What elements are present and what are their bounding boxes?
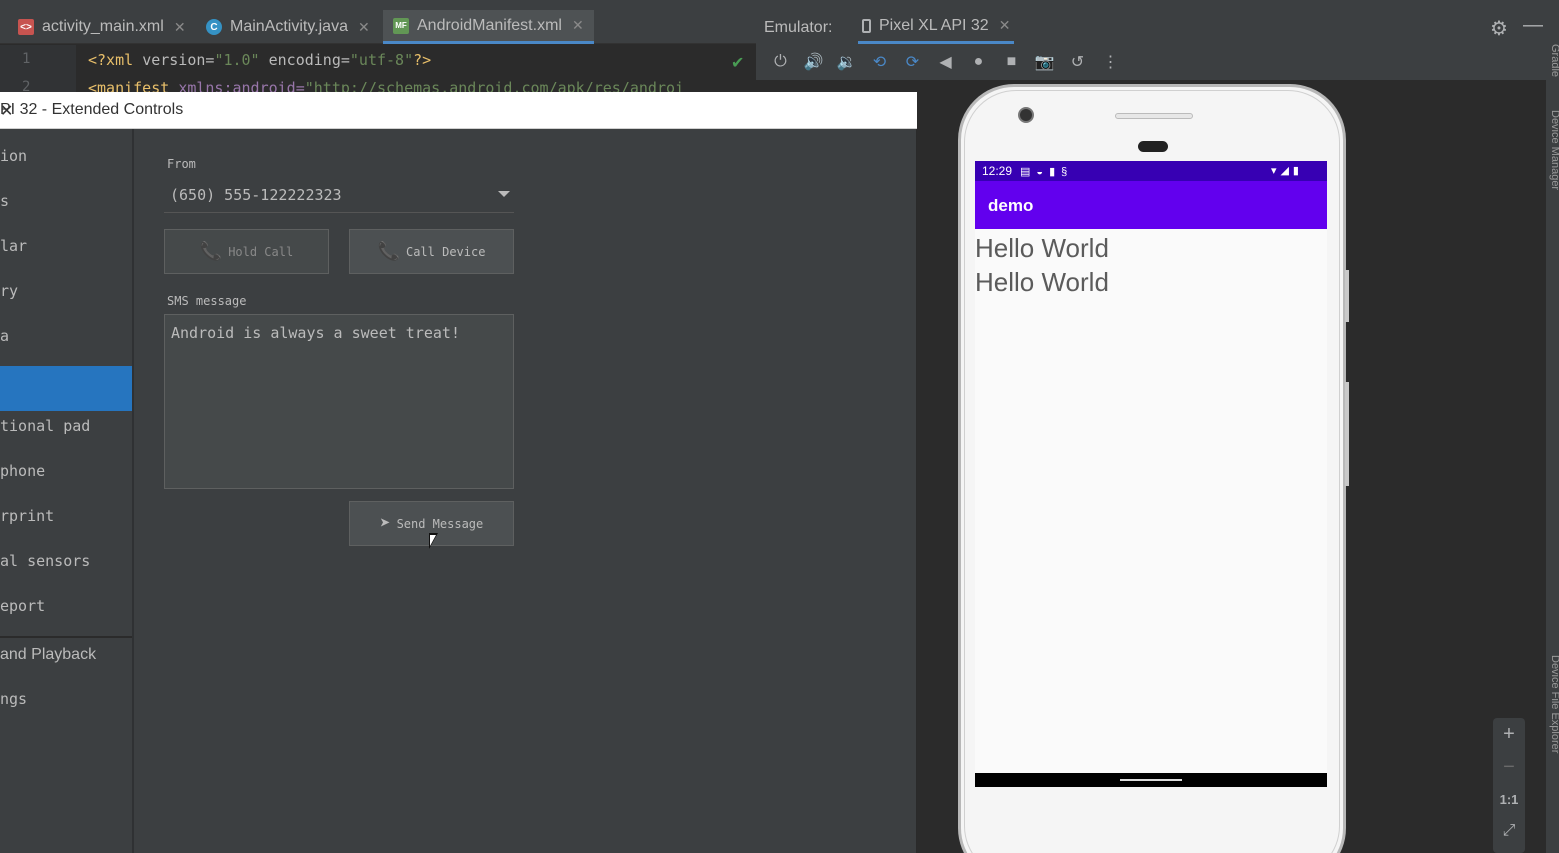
minimize-icon[interactable]: — (1523, 14, 1543, 37)
code-token: version= (142, 51, 215, 69)
send-message-label: Send Message (396, 516, 484, 531)
more-icon[interactable]: ⋮ (1094, 48, 1127, 76)
nav-item[interactable]: s (0, 179, 132, 224)
overview-icon[interactable]: ■ (995, 48, 1028, 76)
code-token: "utf-8" (349, 51, 414, 69)
zoom-out-button[interactable]: − (1493, 756, 1525, 779)
code-token: encoding= (259, 51, 350, 69)
line-number-gutter (0, 45, 76, 95)
call-device-button[interactable]: 📞 Call Device (349, 229, 514, 274)
close-icon[interactable]: ✕ (0, 101, 13, 121)
nav-item[interactable]: eport (0, 584, 132, 629)
hello-text: Hello World (975, 267, 1109, 297)
call-device-label: Call Device (405, 244, 486, 259)
home-handle[interactable] (1120, 779, 1182, 781)
close-icon[interactable]: ✕ (999, 17, 1011, 34)
from-label: From (167, 157, 196, 171)
send-icon: ➤ (379, 513, 391, 534)
code-line-1[interactable]: <?xml version="1.0" encoding="utf-8"?> (88, 51, 431, 69)
code-token: ?> (413, 51, 432, 69)
hold-call-label: Hold Call (228, 244, 294, 259)
close-icon[interactable]: ✕ (174, 19, 186, 36)
power-button[interactable] (1345, 270, 1349, 322)
nav-item[interactable]: ngs (0, 677, 132, 722)
nav-item[interactable]: tional pad (0, 404, 132, 449)
device-tab-label: Pixel XL API 32 (879, 16, 989, 34)
phone-screen[interactable]: 12:29 ▤◒▮§ ▾◢▮ demo Hello World Hello Wo… (975, 161, 1327, 787)
device-manager-tool-tab[interactable]: Device Manager (1549, 110, 1559, 190)
tab-label: MainActivity.java (230, 18, 348, 35)
home-icon[interactable]: ● (962, 48, 995, 76)
nav-item[interactable]: rprint (0, 494, 132, 539)
volume-up-icon[interactable]: 🔊 (797, 48, 830, 76)
zoom-controls: + − 1:1 ⤢ (1493, 718, 1525, 853)
line-number: 1 (22, 51, 31, 67)
extended-controls-nav: ion s lar ry a tional pad phone rprint a… (0, 129, 134, 853)
tab-android-manifest[interactable]: MF AndroidManifest.xml ✕ (383, 10, 594, 44)
volume-button[interactable] (1345, 382, 1349, 486)
hello-text: Hello World (975, 233, 1109, 263)
editor-tab-bar: <> activity_main.xml ✕ C MainActivity.ja… (0, 0, 756, 44)
sms-message-text: Android is always a sweet treat! (171, 324, 460, 342)
rotate-left-icon[interactable]: ⟲ (863, 48, 896, 76)
power-icon[interactable]: ⏻ (764, 48, 797, 76)
emulator-title: Emulator: (764, 19, 833, 36)
tab-device[interactable]: Pixel XL API 32 ✕ (858, 10, 1015, 44)
rotate-right-icon[interactable]: ⟳ (896, 48, 929, 76)
manifest-file-icon: MF (393, 17, 409, 34)
close-icon[interactable]: ✕ (572, 17, 584, 34)
notification-icons: ▤◒▮§ (1020, 165, 1074, 178)
front-camera (1018, 107, 1034, 123)
battery-signal-icon: ▾◢▮ (1270, 165, 1303, 177)
dialog-title: PI 32 - Extended Controls (0, 101, 184, 118)
zoom-in-button[interactable]: + (1493, 723, 1525, 746)
volume-down-icon[interactable]: 🔉 (830, 48, 863, 76)
gear-icon[interactable]: ⚙ (1490, 16, 1508, 41)
nav-item[interactable]: phone (0, 449, 132, 494)
fit-screen-icon[interactable]: ⤢ (1493, 822, 1525, 840)
nav-item[interactable]: lar (0, 224, 132, 269)
hold-call-icon: 📞 (199, 241, 223, 262)
hold-call-button[interactable]: 📞 Hold Call (164, 229, 329, 274)
device-file-explorer-tool-tab[interactable]: Device File Explorer (1549, 655, 1559, 753)
back-icon[interactable]: ◀ (929, 48, 962, 76)
xml-file-icon: <> (18, 19, 34, 35)
tab-main-activity[interactable]: C MainActivity.java ✕ (206, 10, 370, 44)
app-title: demo (988, 196, 1034, 215)
gesture-nav-bar (975, 773, 1327, 787)
nav-item[interactable]: al sensors (0, 539, 132, 584)
nav-item[interactable]: ry (0, 269, 132, 314)
proximity-sensor (1138, 141, 1168, 152)
dialog-title-bar: PI 32 - Extended Controls ✕ (0, 92, 917, 129)
screenshot-icon[interactable]: 📷 (1028, 48, 1061, 76)
from-number-value: (650) 555-122222323 (170, 186, 342, 204)
actual-size-button[interactable]: 1:1 (1493, 792, 1525, 807)
status-time: 12:29 (982, 164, 1013, 178)
chevron-down-icon (498, 191, 510, 197)
from-number-select[interactable]: (650) 555-122222323 (164, 181, 514, 213)
tab-label: AndroidManifest.xml (417, 16, 562, 34)
emulator-header: Emulator: Pixel XL API 32 ✕ ⚙ — (756, 0, 1559, 44)
phone-device-icon (862, 18, 871, 33)
java-class-icon: C (206, 19, 222, 35)
nav-item[interactable]: ion (0, 134, 132, 179)
phone-icon: 📞 (377, 241, 400, 262)
code-token: "1.0" (214, 51, 260, 69)
sms-message-input[interactable]: Android is always a sweet treat! (164, 314, 514, 489)
mouse-cursor-icon (429, 533, 438, 549)
emulator-toolbar: ⏻ 🔊 🔉 ⟲ ⟳ ◀ ● ■ 📷 ↺ ⋮ (756, 44, 1546, 80)
tab-activity-main[interactable]: <> activity_main.xml ✕ (18, 10, 186, 44)
tab-label: activity_main.xml (42, 18, 164, 35)
nav-item[interactable]: and Playback (0, 632, 132, 677)
earpiece-speaker (1115, 113, 1193, 119)
close-icon[interactable]: ✕ (358, 19, 370, 36)
check-icon: ✔ (731, 55, 745, 72)
gradle-tool-tab[interactable]: Gradle (1549, 44, 1559, 77)
sms-message-label: SMS message (167, 294, 247, 308)
nav-item[interactable]: a (0, 314, 132, 359)
status-bar: 12:29 ▤◒▮§ ▾◢▮ (975, 161, 1327, 181)
app-bar: demo (975, 181, 1327, 229)
code-token: <?xml (88, 51, 143, 69)
snapshot-icon[interactable]: ↺ (1061, 48, 1094, 76)
